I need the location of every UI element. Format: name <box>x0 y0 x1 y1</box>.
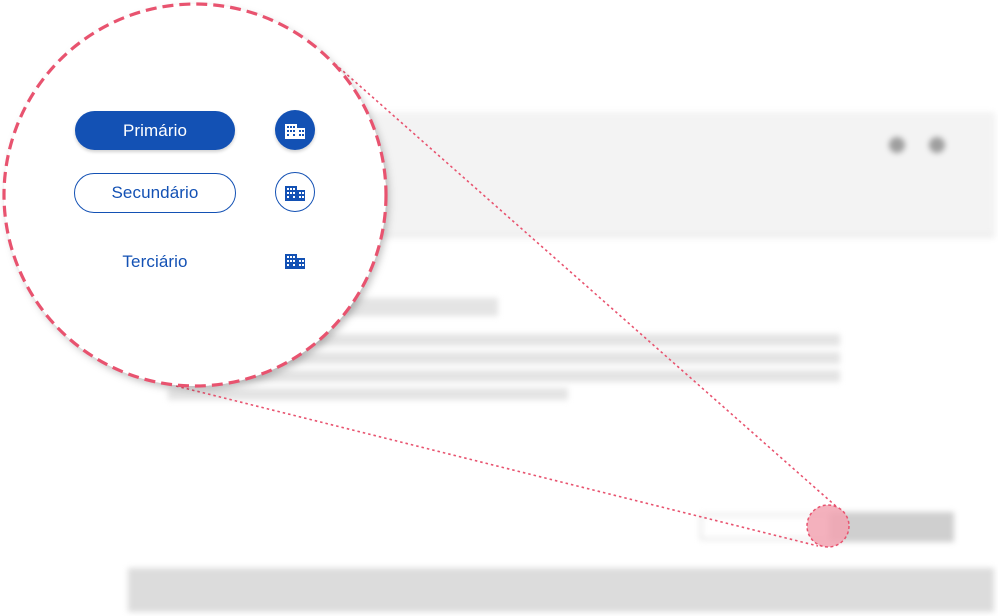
tertiary-button[interactable]: Terciário <box>95 248 215 276</box>
tertiary-icon-button[interactable] <box>275 240 315 280</box>
secondary-button[interactable]: Secundário <box>74 173 236 213</box>
primary-button[interactable]: Primário <box>75 111 235 150</box>
building-icon <box>285 124 305 139</box>
building-icon <box>285 186 305 201</box>
secondary-button-label: Secundário <box>111 183 199 202</box>
building-icon <box>285 254 305 269</box>
zoom-line-top <box>334 63 839 509</box>
primary-icon-button[interactable] <box>275 110 315 150</box>
primary-button-label: Primário <box>122 120 188 140</box>
secondary-icon-button[interactable] <box>275 172 315 212</box>
zoom-callout <box>2 2 850 548</box>
zoom-target-spot <box>806 504 850 548</box>
tertiary-button-label: Terciário <box>122 252 188 271</box>
zoom-line-bottom <box>175 385 819 547</box>
